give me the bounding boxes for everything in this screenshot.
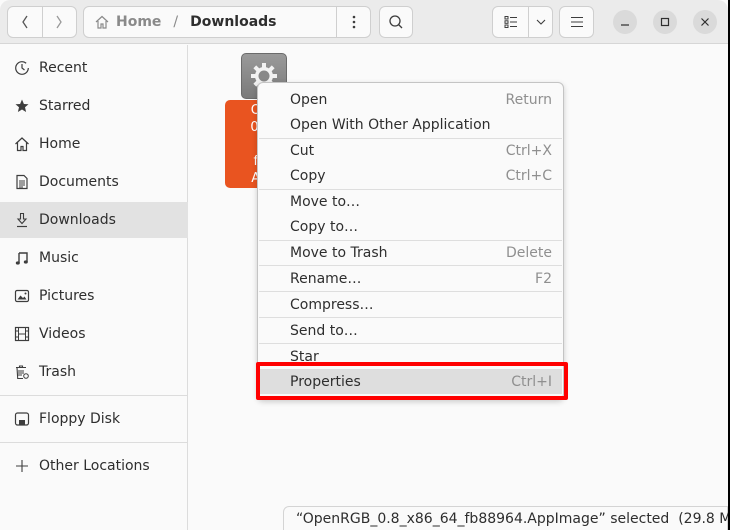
menu-item-move-to-trash[interactable]: Move to Trash Delete xyxy=(259,240,562,265)
menu-item-copy-to[interactable]: Copy to… xyxy=(259,214,562,239)
sidebar-item-other-locations[interactable]: Other Locations xyxy=(0,448,188,484)
sidebar-item-label: Floppy Disk xyxy=(39,411,121,427)
floppy-disk-icon xyxy=(14,411,30,427)
file-manager-window: Home / Downloads Recent Starred Home Doc… xyxy=(0,0,728,530)
trash-icon xyxy=(14,364,30,380)
menu-item-label: Copy xyxy=(290,167,326,184)
sidebar-item-label: Starred xyxy=(39,98,91,114)
breadcrumb-current[interactable]: Downloads xyxy=(190,14,276,30)
chevron-left-icon xyxy=(21,15,28,29)
minimize-icon xyxy=(621,24,629,26)
sidebar-item-label: Trash xyxy=(39,364,76,380)
header-bar: Home / Downloads xyxy=(0,0,728,44)
home-icon xyxy=(95,15,109,29)
menu-item-accel: Ctrl+C xyxy=(505,167,552,184)
list-view-icon xyxy=(504,16,517,28)
menu-item-label: Open With Other Application xyxy=(290,116,491,133)
sidebar-item-label: Recent xyxy=(39,60,88,76)
star-icon xyxy=(14,98,30,114)
sidebar-item-home[interactable]: Home xyxy=(0,126,188,162)
film-icon xyxy=(14,326,30,342)
sidebar-item-label: Documents xyxy=(39,174,119,190)
status-text: “OpenRGB_0.8_x86_64_fb88964.AppImage” se… xyxy=(296,510,728,527)
hamburger-menu-icon xyxy=(570,16,583,28)
menu-item-compress[interactable]: Compress… xyxy=(259,292,562,317)
vertical-ellipsis-icon xyxy=(352,15,355,29)
menu-item-open[interactable]: Open Return xyxy=(259,87,562,112)
navigation-buttons xyxy=(7,6,77,38)
sidebar-item-pictures[interactable]: Pictures xyxy=(0,278,188,314)
sidebar-item-starred[interactable]: Starred xyxy=(0,88,188,124)
path-menu-button[interactable] xyxy=(336,7,370,37)
sidebar-separator xyxy=(0,395,188,396)
menu-item-accel: Return xyxy=(505,91,552,108)
maximize-button[interactable] xyxy=(653,10,677,34)
picture-icon xyxy=(14,288,30,304)
chevron-down-icon xyxy=(536,19,545,25)
sidebar-item-videos[interactable]: Videos xyxy=(0,316,188,352)
download-icon xyxy=(14,212,30,228)
close-icon xyxy=(701,18,709,26)
menu-item-label: Copy to… xyxy=(290,218,359,235)
menu-item-label: Move to Trash xyxy=(290,244,388,261)
sidebar-item-recent[interactable]: Recent xyxy=(0,50,188,86)
selection-status: “OpenRGB_0.8_x86_64_fb88964.AppImage” se… xyxy=(283,506,728,530)
sidebar-item-label: Videos xyxy=(39,326,86,342)
search-button[interactable] xyxy=(379,6,413,38)
sidebar-item-label: Pictures xyxy=(39,288,95,304)
menu-item-accel: F2 xyxy=(535,270,552,287)
breadcrumb-home-label: Home xyxy=(116,14,162,30)
sidebar-item-label: Home xyxy=(39,136,81,152)
path-bar: Home / Downloads xyxy=(83,6,371,38)
menu-item-accel: Ctrl+X xyxy=(505,142,552,159)
music-icon xyxy=(14,250,30,266)
menu-item-cut[interactable]: Cut Ctrl+X xyxy=(259,138,562,163)
context-menu: Open Return Open With Other Application C… xyxy=(257,82,564,400)
menu-item-label: Send to… xyxy=(290,322,358,339)
list-view-button[interactable] xyxy=(493,7,528,37)
minimize-button[interactable] xyxy=(613,10,637,34)
main-menu-button[interactable] xyxy=(559,6,594,38)
sidebar-separator xyxy=(0,442,188,443)
breadcrumb-separator: / xyxy=(173,14,179,30)
menu-item-label: Rename… xyxy=(290,270,362,287)
view-options-dropdown[interactable] xyxy=(528,7,552,37)
menu-item-label: Cut xyxy=(290,142,315,159)
sidebar-item-music[interactable]: Music xyxy=(0,240,188,276)
menu-item-open-with[interactable]: Open With Other Application xyxy=(259,112,562,137)
close-button[interactable] xyxy=(693,10,717,34)
menu-item-move-to[interactable]: Move to… xyxy=(259,189,562,214)
maximize-icon xyxy=(660,17,670,27)
breadcrumb-home[interactable]: Home xyxy=(94,14,161,30)
menu-item-copy[interactable]: Copy Ctrl+C xyxy=(259,163,562,188)
highlight-annotation-box xyxy=(256,362,568,400)
plus-icon xyxy=(14,458,30,474)
chevron-right-icon xyxy=(56,15,63,29)
sidebar-item-documents[interactable]: Documents xyxy=(0,164,188,200)
sidebar-item-downloads[interactable]: Downloads xyxy=(0,202,188,238)
view-toggle xyxy=(492,6,553,38)
menu-item-label: Move to… xyxy=(290,193,361,210)
forward-button[interactable] xyxy=(41,7,77,37)
menu-item-accel: Delete xyxy=(506,244,552,261)
sidebar: Recent Starred Home Documents Downloads … xyxy=(0,45,188,530)
menu-item-rename[interactable]: Rename… F2 xyxy=(259,266,562,291)
document-icon xyxy=(14,174,30,190)
sidebar-item-floppy-disk[interactable]: Floppy Disk xyxy=(0,401,188,437)
menu-item-label: Open xyxy=(290,91,328,108)
menu-item-send-to[interactable]: Send to… xyxy=(259,318,562,343)
breadcrumb: Home / Downloads xyxy=(84,14,336,30)
menu-item-label: Compress… xyxy=(290,296,374,313)
search-icon xyxy=(389,15,403,29)
sidebar-item-trash[interactable]: Trash xyxy=(0,354,188,390)
clock-icon xyxy=(14,60,30,76)
sidebar-item-label: Other Locations xyxy=(39,458,150,474)
back-button[interactable] xyxy=(8,7,42,37)
home-icon xyxy=(14,136,30,152)
sidebar-item-label: Downloads xyxy=(39,212,116,228)
sidebar-item-label: Music xyxy=(39,250,79,266)
